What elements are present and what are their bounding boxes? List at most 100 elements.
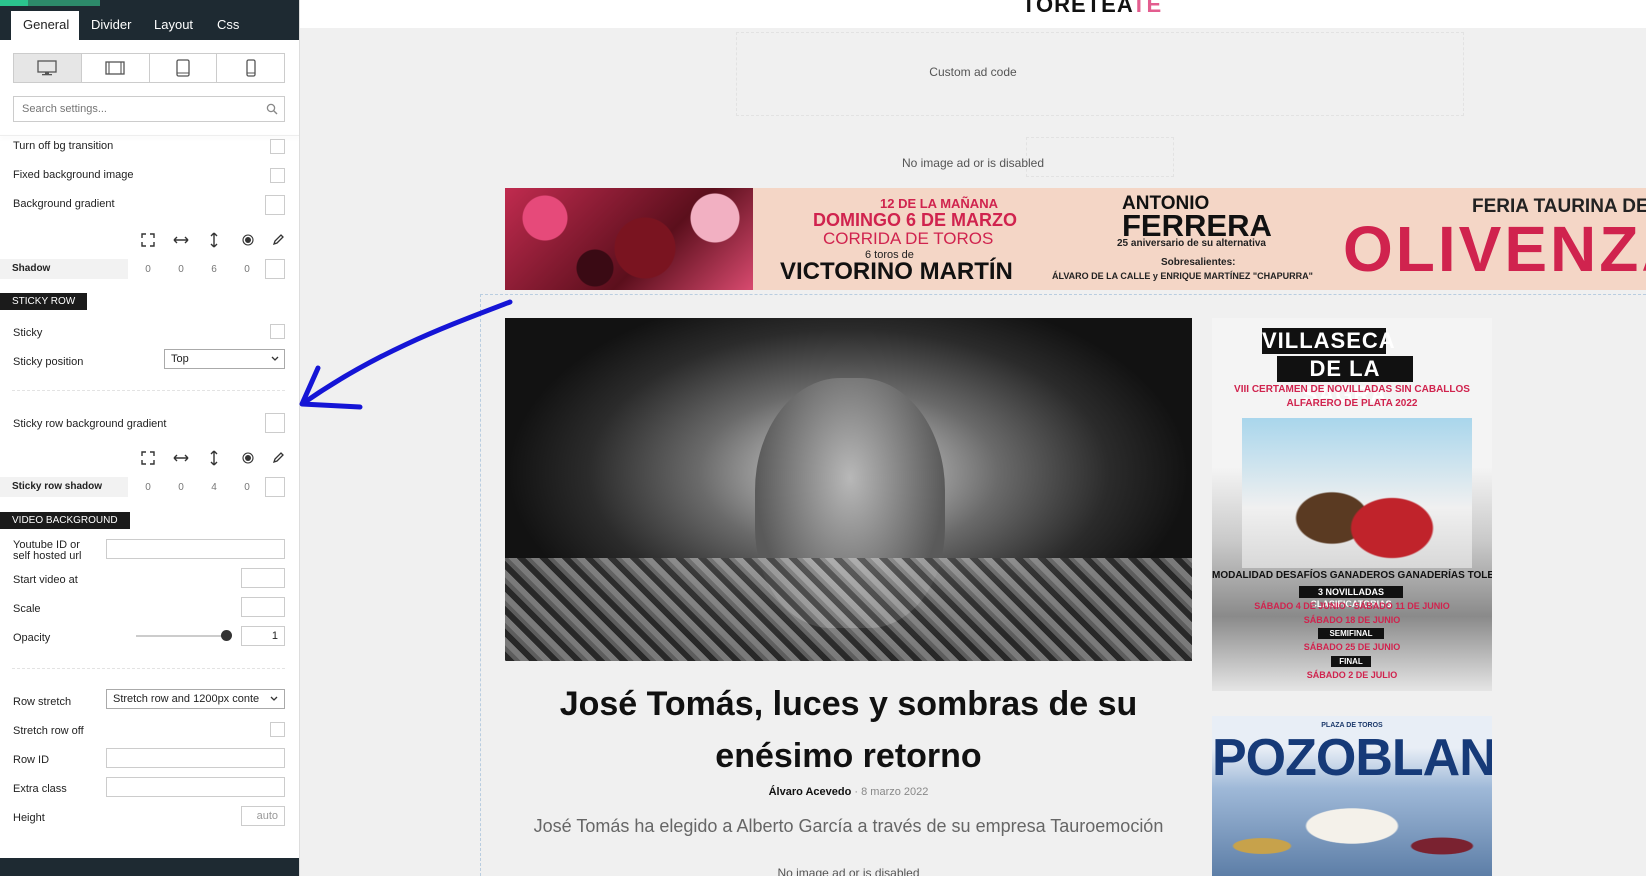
logo-main-text: TORETEA (1022, 0, 1133, 17)
poster1-final-date: SÁBADO 2 DE JULIO (1306, 670, 1398, 680)
pozoblanco-poster-ad[interactable]: PLAZA DE TOROS POZOBLANCO (1212, 716, 1492, 876)
chevron-down-icon (271, 356, 279, 361)
sticky-shadow-color-swatch[interactable] (265, 477, 285, 497)
shadow-offset-y[interactable]: 0 (175, 264, 187, 275)
fixed-bg-checkbox[interactable] (270, 168, 285, 183)
banner-ranch: VICTORINO MARTÍN (780, 258, 1013, 285)
sticky-position-select[interactable]: Top (164, 349, 285, 369)
banner-time: 12 DE LA MAÑANA (880, 196, 998, 211)
hero-costume-pattern (505, 558, 1192, 661)
banner-date: DOMINGO 6 DE MARZO (813, 210, 1018, 230)
article-hero-image[interactable] (505, 318, 1192, 661)
mobile-device-button[interactable] (217, 54, 284, 82)
site-header: TORETEATE (300, 0, 1646, 28)
poster2-artwork (1222, 786, 1482, 876)
section-divider (12, 390, 285, 391)
sidebar-header-divider (0, 135, 299, 136)
sticky-shadow-blur[interactable]: 4 (208, 482, 220, 493)
poster1-dates-2: SÁBADO 18 DE JUNIO (1303, 615, 1401, 625)
poster1-artwork (1242, 418, 1472, 568)
youtube-id-input[interactable] (106, 539, 285, 559)
poster1-qualifiers: 3 NOVILLADAS CLASIFICATORIAS (1299, 586, 1403, 609)
poster1-modality: MODALIDAD DESAFÍOS GANADEROS GANADERÍAS … (1212, 570, 1492, 581)
video-bg-heading: VIDEO BACKGROUND (0, 512, 130, 529)
vertical-offset-icon[interactable] (208, 450, 220, 466)
article-byline: Álvaro Acevedo · 8 marzo 2022 (768, 786, 929, 798)
sticky-shadow-offset-x[interactable]: 0 (142, 482, 154, 493)
extra-class-input[interactable] (106, 777, 285, 797)
expand-icon[interactable] (141, 451, 155, 465)
logo-accent-text: TE (1132, 0, 1163, 17)
bg-gradient-label: Background gradient (13, 198, 115, 210)
poster1-semifinal-date: SÁBADO 25 DE JUNIO (1303, 642, 1401, 652)
sticky-checkbox[interactable] (270, 324, 285, 339)
color-picker-icon[interactable] (272, 451, 285, 464)
site-logo[interactable]: TORETEATE (1022, 0, 1162, 18)
banner-town: OLIVENZA (1343, 213, 1646, 285)
settings-search-input[interactable] (13, 96, 285, 122)
vertical-offset-icon[interactable] (208, 232, 220, 248)
row-outline-top (480, 294, 1646, 295)
start-video-label: Start video at (13, 574, 78, 586)
sticky-label: Sticky (13, 327, 43, 339)
tab-layout[interactable]: Layout (142, 11, 205, 40)
laptop-icon (105, 61, 125, 75)
extra-class-label: Extra class (13, 783, 67, 795)
image-ad-disabled-text: No image ad or is disabled (901, 156, 1045, 170)
youtube-id-label-line2: self hosted url (13, 550, 82, 562)
blur-radius-icon[interactable] (242, 452, 254, 464)
poster1-award: ALFARERO DE PLATA 2022 (1286, 398, 1418, 409)
opacity-slider-track[interactable] (136, 635, 226, 637)
color-picker-icon[interactable] (272, 233, 285, 246)
banner-substitutes-label: Sobresalientes: (1161, 257, 1236, 268)
villaseca-poster-ad[interactable]: VILLASECA DE LA SAGRA VIII CERTAMEN DE N… (1212, 318, 1492, 691)
blur-radius-icon[interactable] (242, 234, 254, 246)
height-input[interactable]: auto (241, 806, 285, 826)
shadow-offset-x[interactable]: 0 (142, 264, 154, 275)
opacity-input[interactable]: 1 (241, 626, 285, 646)
sticky-shadow-label: Sticky row shadow (0, 477, 128, 497)
sticky-bg-gradient-swatch[interactable] (265, 413, 285, 433)
poster1-final: FINAL (1331, 656, 1371, 667)
chevron-down-icon (268, 690, 280, 708)
row-id-input[interactable] (106, 748, 285, 768)
sticky-position-value: Top (171, 353, 189, 365)
article-title[interactable]: José Tomás, luces y sombras de su enésim… (505, 678, 1192, 782)
row-stretch-label: Row stretch (13, 696, 72, 708)
poster1-title-line1: VILLASECA (1262, 328, 1396, 354)
topbar-accent-highlight (0, 0, 28, 6)
tab-general[interactable]: General (11, 11, 79, 40)
bullfight-banner-ad[interactable]: 12 DE LA MAÑANA DOMINGO 6 DE MARZO CORRI… (505, 188, 1646, 290)
horizontal-offset-icon[interactable] (173, 234, 189, 246)
horizontal-offset-icon[interactable] (173, 452, 189, 464)
scale-input[interactable] (241, 597, 285, 617)
shadow-label: Shadow (0, 259, 128, 279)
sidebar-topbar: General Divider Layout Css (0, 0, 299, 40)
laptop-device-button[interactable] (82, 54, 150, 82)
sticky-shadow-offset-y[interactable]: 0 (175, 482, 187, 493)
banner-artwork (505, 188, 753, 290)
row-stretch-select[interactable]: Stretch row and 1200px conte (106, 689, 285, 709)
tablet-device-button[interactable] (150, 54, 218, 82)
bg-gradient-color-swatch[interactable] (265, 195, 285, 215)
expand-icon[interactable] (141, 233, 155, 247)
height-label: Height (13, 812, 45, 824)
sticky-row-heading: STICKY ROW (0, 293, 88, 310)
opacity-slider-handle[interactable] (221, 630, 232, 641)
tab-css[interactable]: Css (205, 11, 251, 40)
desktop-device-button[interactable] (14, 54, 82, 82)
bg-transition-checkbox[interactable] (270, 139, 285, 154)
article-excerpt: José Tomás ha elegido a Alberto García a… (533, 816, 1164, 836)
shadow-color-swatch[interactable] (265, 259, 285, 279)
banner-event-type: CORRIDA DE TOROS (823, 229, 994, 248)
sticky-shadow-spread[interactable]: 0 (241, 482, 253, 493)
start-video-input[interactable] (241, 568, 285, 588)
article-author[interactable]: Álvaro Acevedo (769, 786, 852, 798)
article-date: 8 marzo 2022 (861, 786, 929, 798)
tab-divider[interactable]: Divider (79, 11, 143, 40)
shadow-blur[interactable]: 6 (208, 264, 220, 275)
stretch-row-off-checkbox[interactable] (270, 722, 285, 737)
shadow-spread[interactable]: 0 (241, 264, 253, 275)
tablet-icon (176, 59, 190, 77)
row-stretch-value: Stretch row and 1200px conte (113, 693, 260, 705)
